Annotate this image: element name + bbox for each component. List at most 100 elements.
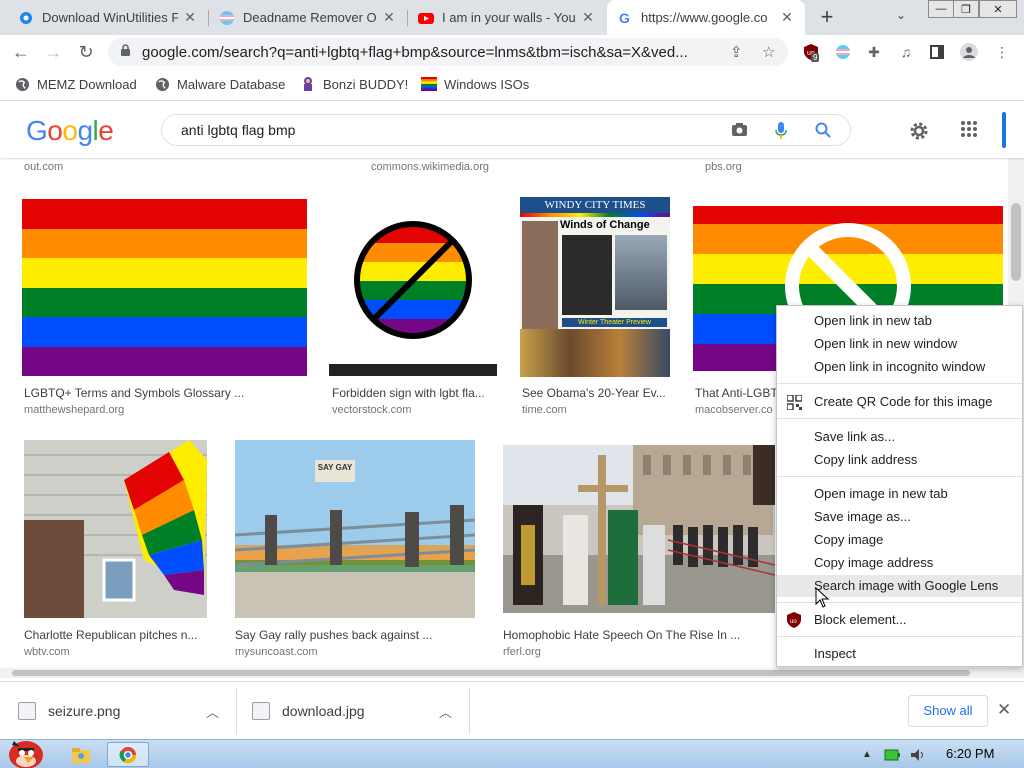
tab-title: I am in your walls - You [442, 10, 576, 25]
search-query[interactable]: anti lgbtq flag bmp [181, 122, 295, 138]
tab-search-chevron-icon[interactable]: ⌄ [896, 8, 906, 22]
ublock-extension-icon[interactable]: uo 9 [802, 43, 820, 62]
media-controls-icon[interactable]: ♫ [897, 43, 915, 61]
close-icon[interactable]: ✕ [779, 9, 795, 26]
minimize-button[interactable]: — [928, 0, 954, 18]
search-icon[interactable] [815, 122, 831, 143]
result-image-protest-cross[interactable] [503, 445, 775, 613]
result-source[interactable]: mysuncoast.com [235, 646, 318, 658]
close-icon[interactable]: ✕ [997, 700, 1011, 720]
bookmark-memz[interactable]: MEMZ Download [14, 76, 137, 92]
menu-copy-image[interactable]: Copy image [777, 529, 1022, 551]
result-caption[interactable]: LGBTQ+ Terms and Symbols Glossary ... [24, 386, 309, 400]
close-icon[interactable]: ✕ [182, 9, 198, 26]
scrollbar-thumb[interactable] [12, 670, 970, 676]
result-source[interactable]: time.com [522, 404, 567, 416]
speaker-icon[interactable] [908, 742, 928, 767]
puzzle-extensions-icon[interactable]: ✚ [865, 43, 883, 61]
close-icon[interactable]: ✕ [381, 9, 397, 26]
google-header: Google anti lgbtq flag bmp [0, 101, 1024, 158]
result-source[interactable]: matthewshepard.org [24, 404, 124, 416]
profile-avatar-icon[interactable] [960, 43, 978, 61]
tray-expand-icon[interactable]: ▲ [860, 742, 874, 767]
camera-icon[interactable] [731, 122, 748, 142]
horizontal-scrollbar[interactable] [0, 668, 1008, 678]
window-close-button[interactable]: ✕ [979, 0, 1017, 18]
close-icon[interactable]: ✕ [580, 9, 596, 26]
tab-google[interactable]: G https://www.google.co ✕ [607, 0, 805, 35]
result-caption[interactable]: Homophobic Hate Speech On The Rise In ..… [503, 628, 773, 642]
microphone-icon[interactable] [775, 122, 787, 144]
battery-icon[interactable] [882, 742, 902, 767]
result-caption[interactable]: See Obama's 20-Year Ev... [522, 386, 667, 400]
search-box[interactable]: anti lgbtq flag bmp [161, 114, 851, 146]
back-button[interactable]: ← [10, 41, 32, 63]
download-divider [469, 688, 470, 734]
menu-kebab-icon[interactable]: ⋮ [993, 43, 1011, 61]
result-caption[interactable]: Charlotte Republican pitches n... [24, 628, 209, 642]
menu-open-link-new-window[interactable]: Open link in new window [777, 333, 1022, 355]
menu-search-google-lens[interactable]: Search image with Google Lens [777, 575, 1022, 597]
result-image-flag-on-house[interactable] [24, 440, 207, 618]
bookmark-windows-isos[interactable]: Windows ISOs [421, 76, 529, 92]
result-caption[interactable]: Say Gay rally pushes back against ... [235, 628, 475, 642]
taskbar-clock[interactable]: 6:20 PM [946, 746, 994, 761]
menu-separator [777, 636, 1022, 637]
tab-deadname-remover[interactable]: Deadname Remover Op ✕ [209, 0, 407, 35]
rally-sign-text: SAY GAY [317, 463, 353, 472]
bookmark-star-icon[interactable]: ☆ [762, 43, 775, 61]
address-bar[interactable]: google.com/search?q=anti+lgbtq+flag+bmp&… [108, 38, 788, 66]
result-source[interactable]: commons.wikimedia.org [371, 161, 489, 173]
settings-gear-icon[interactable] [908, 120, 930, 148]
new-tab-button[interactable]: + [815, 6, 839, 30]
bookmark-bonzi-buddy[interactable]: Bonzi BUDDY! [300, 76, 408, 92]
result-source[interactable]: pbs.org [705, 161, 742, 173]
scrollbar-thumb[interactable] [1011, 203, 1021, 281]
result-source[interactable]: out.com [24, 161, 63, 173]
chevron-up-icon[interactable]: ︿ [206, 702, 219, 721]
tab-youtube[interactable]: I am in your walls - You ✕ [408, 0, 606, 35]
start-button-angry-bird-icon[interactable] [2, 732, 48, 768]
file-explorer-icon[interactable] [66, 742, 96, 767]
menu-save-link-as[interactable]: Save link as... [777, 426, 1022, 448]
result-source[interactable]: vectorstock.com [332, 404, 411, 416]
extension-badge: 9 [811, 53, 820, 62]
result-source[interactable]: macobserver.co [695, 404, 773, 416]
reload-button[interactable]: ↻ [75, 41, 97, 63]
download-item-download-jpg[interactable]: download.jpg [252, 682, 365, 740]
tab-winutilities[interactable]: Download WinUtilities F ✕ [8, 0, 208, 35]
logo-letter: g [77, 115, 93, 146]
bookmark-malware-database[interactable]: Malware Database [154, 76, 285, 92]
menu-block-element[interactable]: uo Block element... [777, 609, 1022, 631]
google-logo[interactable]: Google [26, 115, 114, 147]
menu-open-link-new-tab[interactable]: Open link in new tab [777, 310, 1022, 332]
menu-copy-link-address[interactable]: Copy link address [777, 449, 1022, 471]
lock-icon[interactable] [120, 44, 132, 60]
menu-save-image-as[interactable]: Save image as... [777, 506, 1022, 528]
result-source[interactable]: wbtv.com [24, 646, 70, 658]
chrome-taskbar-button[interactable] [107, 742, 149, 767]
menu-copy-image-address[interactable]: Copy image address [777, 552, 1022, 574]
sign-in-accent[interactable] [1002, 112, 1006, 148]
menu-open-link-incognito[interactable]: Open link in incognito window [777, 356, 1022, 378]
download-divider [236, 688, 237, 734]
result-source[interactable]: rferl.org [503, 646, 541, 658]
menu-open-image-new-tab[interactable]: Open image in new tab [777, 483, 1022, 505]
apps-grid-icon[interactable] [960, 120, 978, 144]
result-image-pride-flag[interactable] [22, 199, 307, 376]
share-icon[interactable]: ⇪ [730, 43, 743, 61]
result-image-windy-city-times[interactable]: WINDY CITY TIMES Winds of Change Winter … [520, 197, 670, 377]
result-caption[interactable]: That Anti-LGBT [695, 386, 785, 400]
chevron-up-icon[interactable]: ︿ [439, 702, 452, 721]
forward-button[interactable]: → [42, 41, 64, 63]
newspaper-photo-column [522, 221, 558, 333]
menu-inspect[interactable]: Inspect [777, 643, 1022, 665]
trans-flag-extension-icon[interactable] [834, 43, 852, 61]
side-panel-icon[interactable] [928, 43, 946, 61]
result-caption[interactable]: Forbidden sign with lgbt fla... [332, 386, 492, 400]
show-all-downloads-button[interactable]: Show all [908, 695, 988, 727]
maximize-button[interactable]: ❐ [953, 0, 979, 18]
menu-create-qr-code[interactable]: Create QR Code for this image [777, 391, 1022, 413]
result-image-forbidden-sign[interactable] [329, 199, 497, 376]
result-image-say-gay-rally[interactable]: SAY GAY [235, 440, 475, 618]
